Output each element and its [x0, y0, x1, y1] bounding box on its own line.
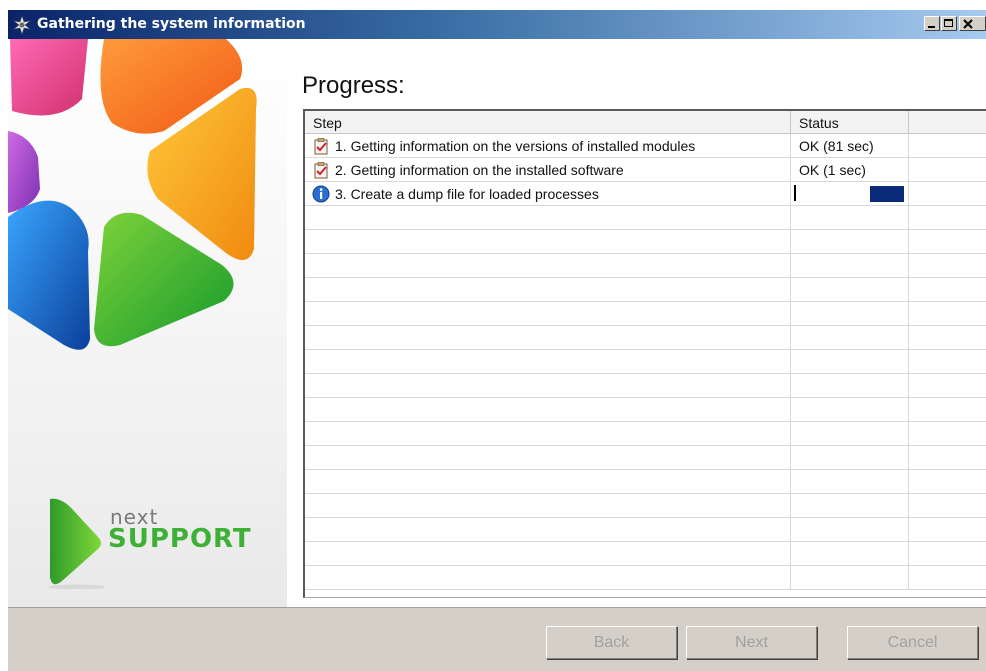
clipboard-check-icon	[314, 162, 328, 179]
back-button[interactable]: Back	[546, 626, 677, 659]
info-icon	[312, 185, 330, 203]
cancel-button[interactable]: Cancel	[847, 626, 978, 659]
maximize-icon	[944, 19, 953, 27]
status-label: OK (81 sec)	[799, 138, 874, 154]
close-button[interactable]	[959, 16, 986, 31]
empty-row	[305, 446, 986, 470]
progress-bar	[870, 186, 904, 202]
empty-row	[305, 278, 986, 302]
gear-star-icon	[12, 15, 32, 35]
empty-row	[305, 230, 986, 254]
steps-table[interactable]: Step Status 1. Getting information on th…	[303, 109, 986, 598]
empty-row	[305, 374, 986, 398]
table-row[interactable]: 2. Getting information on the installed …	[305, 158, 986, 182]
brand-support-text: SUPPORT	[108, 524, 252, 554]
empty-row	[305, 302, 986, 326]
empty-row	[305, 470, 986, 494]
status-progress-cell	[791, 182, 909, 206]
hexagon-petals-graphic	[8, 39, 257, 350]
empty-row	[305, 254, 986, 278]
close-icon	[963, 19, 973, 29]
column-header-step[interactable]: Step	[305, 111, 791, 133]
column-header-extra[interactable]	[909, 111, 986, 133]
column-header-status[interactable]: Status	[791, 111, 909, 133]
step-label: 2. Getting information on the installed …	[335, 162, 624, 178]
empty-row	[305, 542, 986, 566]
clipboard-check-icon	[314, 138, 328, 155]
button-bar: Back Next Cancel	[8, 607, 986, 671]
empty-row	[305, 326, 986, 350]
next-support-logo: next SUPPORT	[44, 497, 254, 592]
title-bar: Gathering the system information	[8, 10, 986, 39]
minimize-icon	[928, 26, 935, 28]
text-cursor	[794, 185, 796, 201]
step-label: 1. Getting information on the versions o…	[335, 138, 696, 154]
step-label: 3. Create a dump file for loaded process…	[335, 186, 599, 202]
empty-row	[305, 518, 986, 542]
empty-row	[305, 206, 986, 230]
maximize-button[interactable]	[941, 16, 957, 31]
table-header: Step Status	[305, 111, 986, 134]
empty-row	[305, 422, 986, 446]
minimize-button[interactable]	[924, 16, 940, 31]
table-row[interactable]: 3. Create a dump file for loaded process…	[305, 182, 986, 206]
empty-row	[305, 494, 986, 518]
status-label: OK (1 sec)	[799, 162, 866, 178]
page-title: Progress:	[302, 72, 405, 99]
window-title: Gathering the system information	[37, 16, 306, 32]
empty-row	[305, 398, 986, 422]
empty-row	[305, 350, 986, 374]
play-arrow-logo-icon	[48, 498, 104, 589]
brand-panel: next SUPPORT	[8, 39, 287, 607]
table-row[interactable]: 1. Getting information on the versions o…	[305, 134, 986, 158]
next-button[interactable]: Next	[686, 626, 817, 659]
empty-row	[305, 566, 986, 590]
